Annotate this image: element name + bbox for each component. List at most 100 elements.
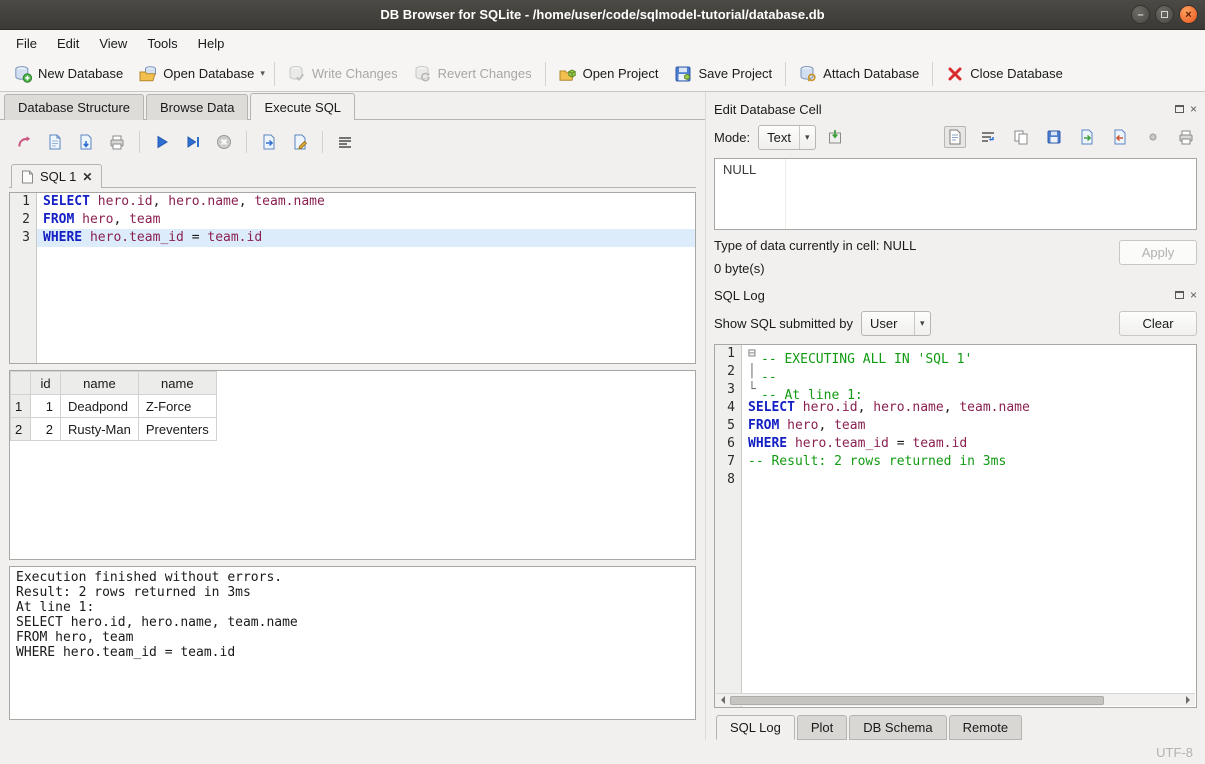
save-project-button[interactable]: Save Project (666, 61, 780, 87)
code-line[interactable]: 3└-- At line 1: (715, 381, 1196, 399)
save-project-label: Save Project (698, 66, 772, 81)
word-wrap-icon[interactable] (977, 126, 999, 148)
open-sql-file-icon[interactable] (44, 131, 66, 153)
table-corner[interactable] (11, 372, 31, 395)
code-line[interactable]: 4SELECT hero.id, hero.name, team.name (715, 399, 1196, 417)
code-line[interactable]: 2FROM hero, team (10, 211, 695, 229)
table-cell[interactable]: Deadpond (61, 395, 139, 418)
menu-help[interactable]: Help (188, 33, 235, 54)
edit-sql-icon[interactable] (289, 131, 311, 153)
save-sql-file-icon[interactable] (75, 131, 97, 153)
table-cell[interactable]: Rusty-Man (61, 418, 139, 441)
table-cell[interactable]: Z-Force (138, 395, 216, 418)
clear-log-button[interactable]: Clear (1119, 311, 1197, 336)
column-header[interactable]: name (138, 372, 216, 395)
table-cell[interactable]: Preventers (138, 418, 216, 441)
execute-current-line-icon[interactable] (182, 131, 204, 153)
print-icon[interactable] (106, 131, 128, 153)
tab-browse-data[interactable]: Browse Data (146, 94, 248, 120)
print-cell-icon[interactable] (1175, 126, 1197, 148)
tab-sql-log[interactable]: SQL Log (716, 715, 795, 740)
tab-db-schema[interactable]: DB Schema (849, 715, 946, 740)
menu-tools[interactable]: Tools (137, 33, 187, 54)
code-line[interactable]: 7-- Result: 2 rows returned in 3ms (715, 453, 1196, 471)
close-database-button[interactable]: Close Database (938, 61, 1071, 87)
export-file-icon[interactable] (1109, 126, 1131, 148)
scroll-right-icon[interactable] (1181, 694, 1195, 707)
new-sql-tab-icon[interactable] (13, 131, 35, 153)
window-titlebar[interactable]: DB Browser for SQLite - /home/user/code/… (0, 0, 1205, 30)
code-line[interactable]: 2│-- (715, 363, 1196, 381)
attach-database-button[interactable]: Attach Database (791, 61, 927, 87)
row-header[interactable]: 2 (11, 418, 31, 441)
code-line[interactable]: 8 (715, 471, 1196, 489)
row-header[interactable]: 1 (11, 395, 31, 418)
line-number: 2 (10, 211, 37, 229)
open-database-dropdown-icon[interactable]: ▾ (260, 68, 269, 79)
menu-file[interactable]: File (6, 33, 47, 54)
open-project-label: Open Project (583, 66, 659, 81)
import-file-icon[interactable] (1076, 126, 1098, 148)
save-project-icon (674, 65, 692, 83)
output-line: Result: 2 rows returned in 3ms (16, 585, 689, 600)
code-line[interactable]: 3WHERE hero.team_id = team.id (10, 229, 695, 247)
code-line-text: │-- (742, 363, 1196, 381)
sql-tab[interactable]: SQL 1 ✕ (11, 164, 102, 188)
minimize-button[interactable]: – (1131, 5, 1150, 24)
execution-output[interactable]: Execution finished without errors.Result… (9, 566, 696, 720)
close-dock-icon[interactable]: × (1190, 290, 1197, 300)
line-number: 1 (715, 345, 742, 363)
tab-plot[interactable]: Plot (797, 715, 847, 740)
new-database-button[interactable]: New Database (6, 61, 131, 87)
scroll-left-icon[interactable] (716, 694, 730, 707)
column-header[interactable]: id (31, 372, 61, 395)
save-cell-icon[interactable] (1043, 126, 1065, 148)
tab-remote[interactable]: Remote (949, 715, 1023, 740)
close-tab-icon[interactable]: ✕ (82, 170, 92, 184)
tab-database-structure[interactable]: Database Structure (4, 94, 144, 120)
attach-database-label: Attach Database (823, 66, 919, 81)
export-results-icon[interactable] (258, 131, 280, 153)
format-sql-icon[interactable] (334, 131, 356, 153)
code-line[interactable]: 6WHERE hero.team_id = team.id (715, 435, 1196, 453)
fold-marker-icon[interactable]: ⊟ (748, 345, 761, 363)
code-line[interactable]: 1⊟-- EXECUTING ALL IN 'SQL 1' (715, 345, 1196, 363)
float-dock-icon[interactable] (1175, 105, 1184, 113)
sql-editor[interactable]: 1SELECT hero.id, hero.name, team.name2FR… (9, 192, 696, 364)
line-number: 8 (715, 471, 742, 489)
right-panel: Edit Database Cell × Mode: Text ▾ (705, 92, 1205, 740)
code-line-text: FROM hero, team (37, 211, 695, 229)
table-cell[interactable]: 2 (31, 418, 61, 441)
close-dock-icon[interactable]: × (1190, 104, 1197, 114)
output-line: FROM hero, team (16, 630, 689, 645)
close-database-label: Close Database (970, 66, 1063, 81)
code-line[interactable]: 5FROM hero, team (715, 417, 1196, 435)
execute-all-icon[interactable] (151, 131, 173, 153)
tab-execute-sql[interactable]: Execute SQL (250, 93, 355, 120)
toolbar-separator (274, 62, 275, 86)
import-cell-icon[interactable] (824, 126, 846, 148)
toolbar-separator (785, 62, 786, 86)
open-project-button[interactable]: Open Project (551, 61, 667, 87)
column-header[interactable]: name (61, 372, 139, 395)
menu-view[interactable]: View (89, 33, 137, 54)
code-line-text: └-- At line 1: (742, 381, 1196, 399)
cell-editor[interactable]: NULL (714, 158, 1197, 230)
log-filter-select[interactable]: User ▾ (861, 311, 931, 336)
toolbar-separator (545, 62, 546, 86)
set-null-icon[interactable] (1142, 126, 1164, 148)
sql-log-view[interactable]: 1⊟-- EXECUTING ALL IN 'SQL 1'2│--3└-- At… (714, 344, 1197, 708)
mode-select[interactable]: Text ▾ (758, 125, 815, 150)
scrollbar-thumb[interactable] (730, 696, 1104, 705)
text-mode-icon[interactable] (944, 126, 966, 148)
menu-edit[interactable]: Edit (47, 33, 89, 54)
close-button[interactable]: × (1179, 5, 1198, 24)
horizontal-scrollbar[interactable] (716, 693, 1195, 706)
maximize-button[interactable] (1155, 5, 1174, 24)
table-cell[interactable]: 1 (31, 395, 61, 418)
copy-cell-icon[interactable] (1010, 126, 1032, 148)
float-dock-icon[interactable] (1175, 291, 1184, 299)
open-database-button[interactable]: Open Database (131, 61, 262, 87)
encoding-indicator[interactable]: UTF-8 (1156, 745, 1193, 760)
code-line[interactable]: 1SELECT hero.id, hero.name, team.name (10, 193, 695, 211)
